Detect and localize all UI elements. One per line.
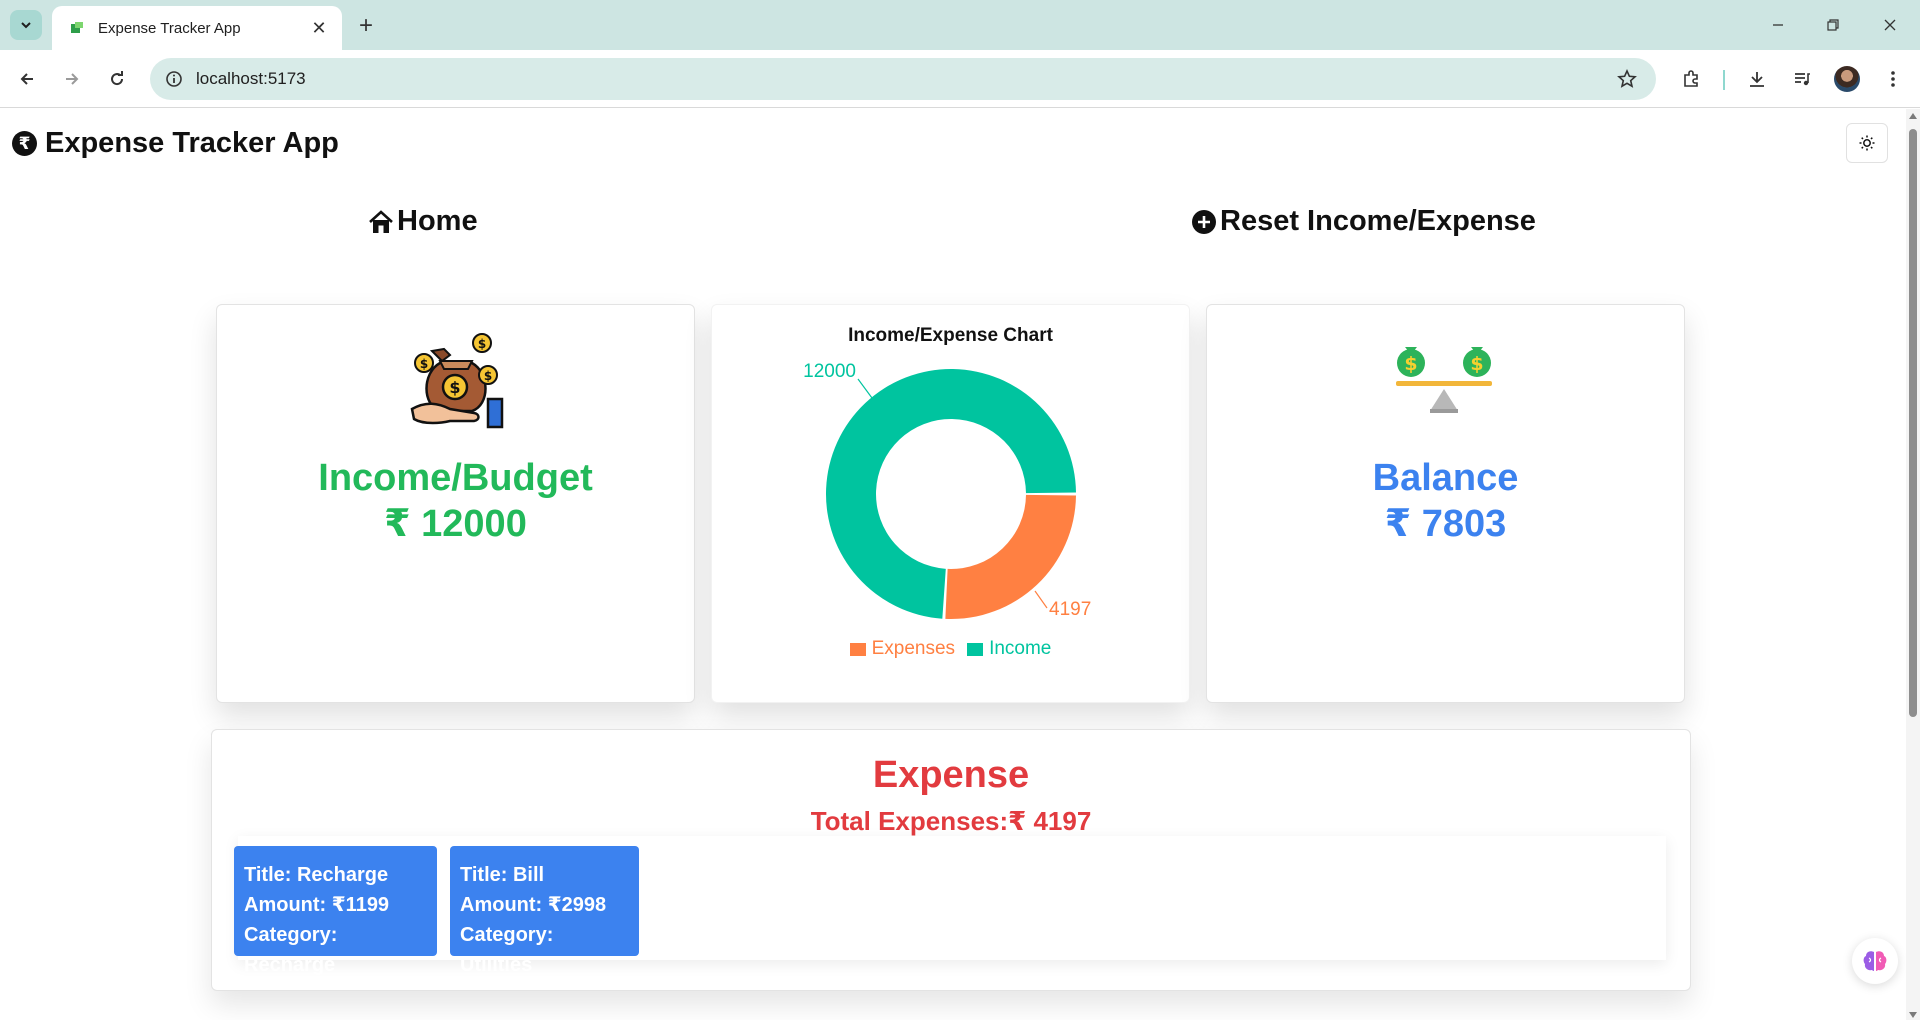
forward-button[interactable] <box>57 64 87 94</box>
tab-search-button[interactable] <box>10 10 42 40</box>
expense-item[interactable]: Title: Recharge Amount: ₹1199 Category: … <box>234 846 437 976</box>
expense-item-category: Category: Utilities <box>460 924 554 976</box>
legend-item-income[interactable]: Income <box>967 638 1051 660</box>
expense-item-category: Category: Recharge <box>244 924 338 976</box>
page-scrollbar[interactable] <box>1906 109 1920 1020</box>
svg-text:$: $ <box>420 357 428 371</box>
minimize-button[interactable] <box>1760 10 1796 40</box>
profile-avatar[interactable] <box>1834 66 1860 92</box>
income-slice-label: 12000 <box>803 361 856 382</box>
restore-icon <box>1827 19 1839 31</box>
expense-card: Expense Total Expenses:₹ 4197 Title: Rec… <box>211 729 1691 991</box>
browser-tab-bar: Expense Tracker App ✕ + <box>0 0 1920 50</box>
chart-card: Income/Expense Chart 12000 4197 Expenses… <box>711 304 1190 703</box>
home-icon <box>367 208 395 236</box>
expense-item-title: Title: Bill <box>460 864 545 886</box>
tab-title: Expense Tracker App <box>98 19 241 37</box>
nav-home-link[interactable]: Home <box>367 205 478 238</box>
more-menu-icon[interactable] <box>1878 64 1908 94</box>
expenses-slice-label: 4197 <box>1049 599 1091 620</box>
close-icon <box>1884 19 1896 31</box>
site-info-icon[interactable] <box>164 69 184 89</box>
media-control-icon[interactable] <box>1787 64 1817 94</box>
legend-swatch-income <box>967 642 984 656</box>
page-content: ₹ Expense Tracker App Home Reset Income/… <box>0 109 1906 1020</box>
close-window-button[interactable] <box>1872 10 1908 40</box>
nav-reset-label: Reset Income/Expense <box>1220 205 1536 237</box>
expense-item-amount: Amount: ₹2998 <box>460 894 607 916</box>
balance-scale-icon: $ $ <box>1396 347 1492 413</box>
expense-heading: Expense <box>872 754 1030 796</box>
nav-home-label: Home <box>397 205 478 237</box>
assistant-brain-button[interactable] <box>1852 938 1898 984</box>
plus-circle-icon <box>1190 208 1218 236</box>
legend-label-expenses: Expenses <box>871 638 956 659</box>
download-icon[interactable] <box>1742 64 1772 94</box>
chart-legend: Expenses Income <box>712 638 1189 660</box>
svg-text:$: $ <box>484 369 492 383</box>
balance-value: ₹ 7803 <box>1384 503 1507 545</box>
extensions-icon[interactable] <box>1676 64 1706 94</box>
arrow-right-icon <box>66 73 79 85</box>
bookmark-star-icon[interactable] <box>1612 64 1642 94</box>
money-bag-hand-icon: $ $ $ $ <box>410 333 504 429</box>
balance-card: $ $ Balance ₹ 7803 <box>1206 304 1685 703</box>
new-tab-button[interactable]: + <box>352 12 380 40</box>
sun-icon <box>1859 135 1875 151</box>
income-label-line <box>857 378 873 399</box>
reload-icon <box>111 71 124 86</box>
close-tab-icon[interactable]: ✕ <box>308 17 330 39</box>
brain-icon <box>1863 951 1887 971</box>
theme-toggle-button[interactable] <box>1846 123 1888 163</box>
svg-text:$: $ <box>478 337 486 351</box>
legend-swatch-expenses <box>849 642 866 656</box>
expenses-label-line <box>1034 590 1048 609</box>
arrow-left-icon <box>20 73 33 85</box>
scroll-up-arrow-icon[interactable] <box>1909 113 1917 119</box>
legend-item-expenses[interactable]: Expenses <box>849 638 956 660</box>
expense-item[interactable]: Title: Bill Amount: ₹2998 Category: Util… <box>450 846 639 976</box>
legend-label-income: Income <box>989 638 1052 659</box>
expense-item-amount: Amount: ₹1199 <box>244 894 390 916</box>
back-button[interactable] <box>12 64 42 94</box>
app-title: Expense Tracker App <box>45 127 339 159</box>
chevron-down-icon <box>21 22 31 29</box>
income-label: Income/Budget <box>318 457 593 499</box>
reload-button[interactable] <box>102 64 132 94</box>
toolbar-separator <box>1723 70 1725 90</box>
scroll-down-arrow-icon[interactable] <box>1909 1012 1917 1018</box>
total-expenses: Total Expenses:₹ 4197 <box>810 806 1092 836</box>
expense-list: Title: Recharge Amount: ₹1199 Category: … <box>234 836 1666 976</box>
balance-label: Balance <box>1372 457 1519 499</box>
expense-item-title: Title: Recharge <box>244 864 389 886</box>
app-favicon-icon <box>68 19 86 37</box>
svg-text:$: $ <box>1470 353 1483 375</box>
svg-text:$: $ <box>1404 353 1417 375</box>
scroll-thumb[interactable] <box>1909 129 1917 717</box>
address-bar[interactable]: localhost:5173 <box>150 58 1656 100</box>
url-text[interactable]: localhost:5173 <box>196 69 1612 89</box>
svg-text:$: $ <box>449 378 460 397</box>
restore-button[interactable] <box>1815 10 1851 40</box>
income-value: ₹ 12000 <box>384 503 527 545</box>
browser-tab[interactable]: Expense Tracker App ✕ <box>52 6 342 50</box>
nav-reset-link[interactable]: Reset Income/Expense <box>1190 205 1536 238</box>
app-header: ₹ Expense Tracker App <box>12 127 339 160</box>
income-card: $ $ $ $ Income/Budget ₹ 12000 <box>216 304 695 703</box>
minimize-icon <box>1773 24 1783 26</box>
browser-toolbar: localhost:5173 <box>0 50 1920 108</box>
rupee-icon: ₹ <box>12 131 37 156</box>
